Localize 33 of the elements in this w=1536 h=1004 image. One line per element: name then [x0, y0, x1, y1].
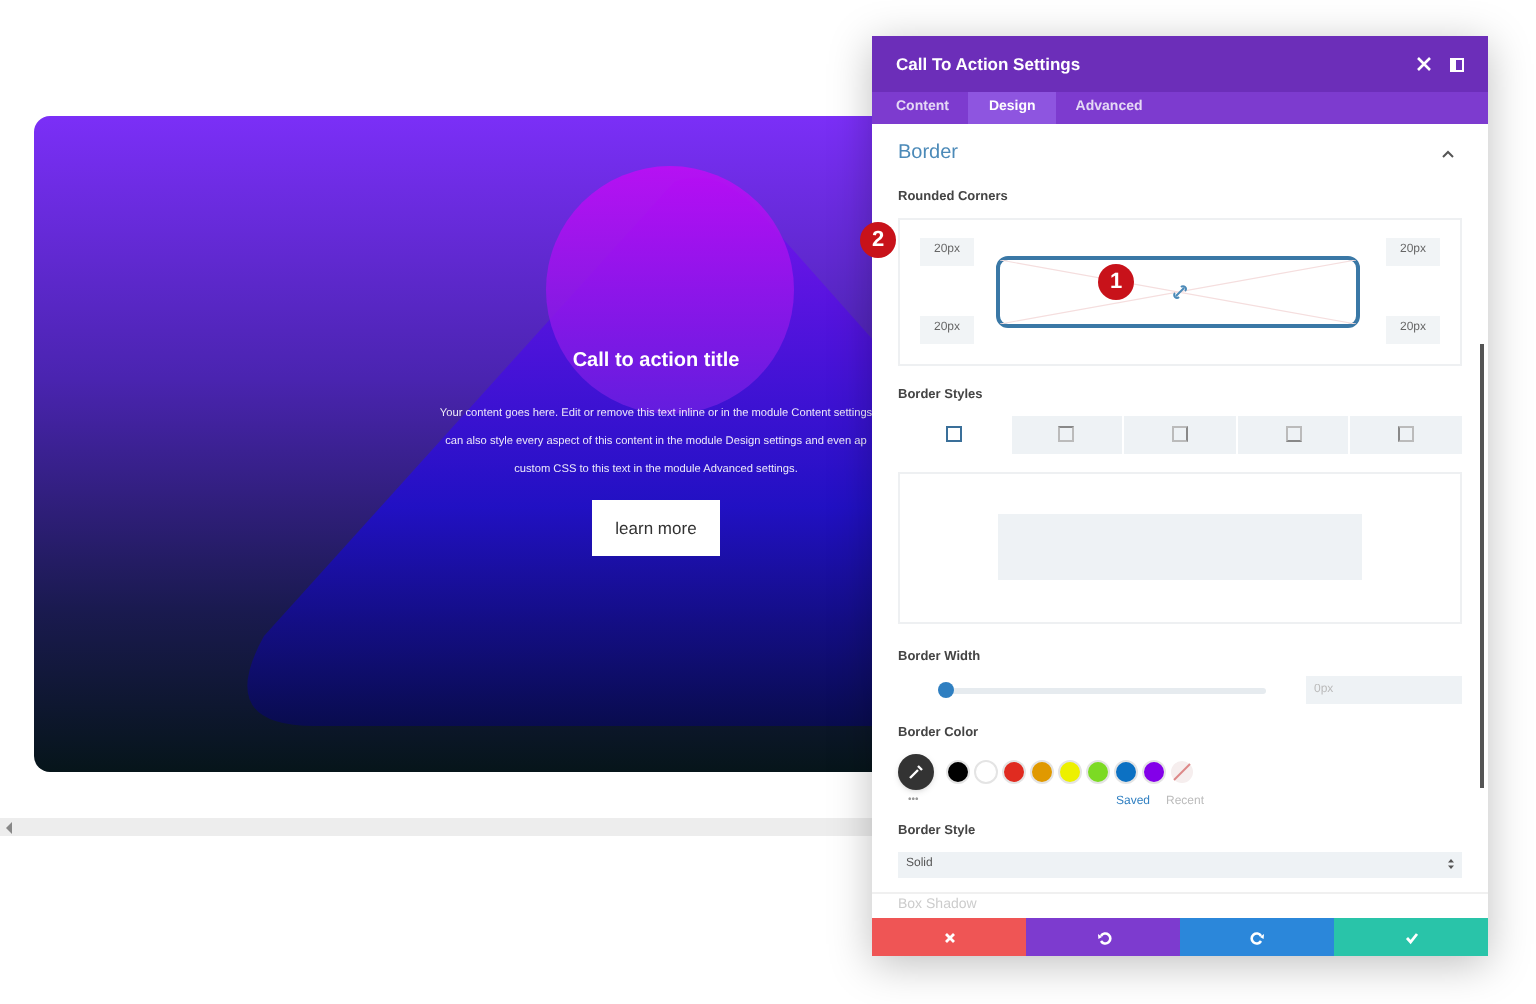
border-side-icon: [1285, 426, 1302, 442]
select-arrows-icon: [1448, 858, 1454, 871]
no-color-icon[interactable]: [1170, 760, 1194, 784]
vertical-scrollbar[interactable]: [1480, 344, 1484, 788]
horizontal-scrollbar[interactable]: [0, 818, 872, 836]
close-icon[interactable]: [1416, 56, 1432, 72]
color-swatch[interactable]: [974, 760, 998, 784]
color-swatch[interactable]: [1058, 760, 1082, 784]
split-view-icon[interactable]: [1450, 57, 1464, 71]
close-icon[interactable]: [943, 931, 955, 943]
section-title[interactable]: Border: [898, 138, 1442, 168]
redo-icon[interactable]: [1249, 931, 1263, 944]
color-swatch[interactable]: [1002, 760, 1026, 784]
border-side-icon: [945, 426, 962, 442]
color-swatch[interactable]: [1114, 760, 1138, 784]
eyedropper-button[interactable]: [898, 754, 934, 790]
slider-thumb[interactable]: [937, 682, 954, 699]
panel-title: Call To Action Settings: [896, 51, 1083, 77]
border-side-icon: [1171, 426, 1188, 442]
learn-more-button[interactable]: learn more: [592, 500, 720, 556]
border-side-icon: [1058, 426, 1075, 442]
scroll-left-icon[interactable]: [6, 821, 12, 833]
check-icon[interactable]: [1404, 932, 1418, 944]
color-swatch[interactable]: [1142, 760, 1166, 784]
cta-title: Call to action title: [572, 348, 740, 376]
step-marker: 1: [1098, 264, 1134, 300]
step-marker: 2: [860, 222, 896, 258]
color-swatch[interactable]: [1030, 760, 1054, 784]
color-swatch[interactable]: [946, 760, 970, 784]
color-swatch[interactable]: [1086, 760, 1110, 784]
undo-icon[interactable]: [1097, 931, 1111, 944]
border-side-icon: [1398, 426, 1415, 442]
chevron-icon[interactable]: [1442, 149, 1454, 157]
